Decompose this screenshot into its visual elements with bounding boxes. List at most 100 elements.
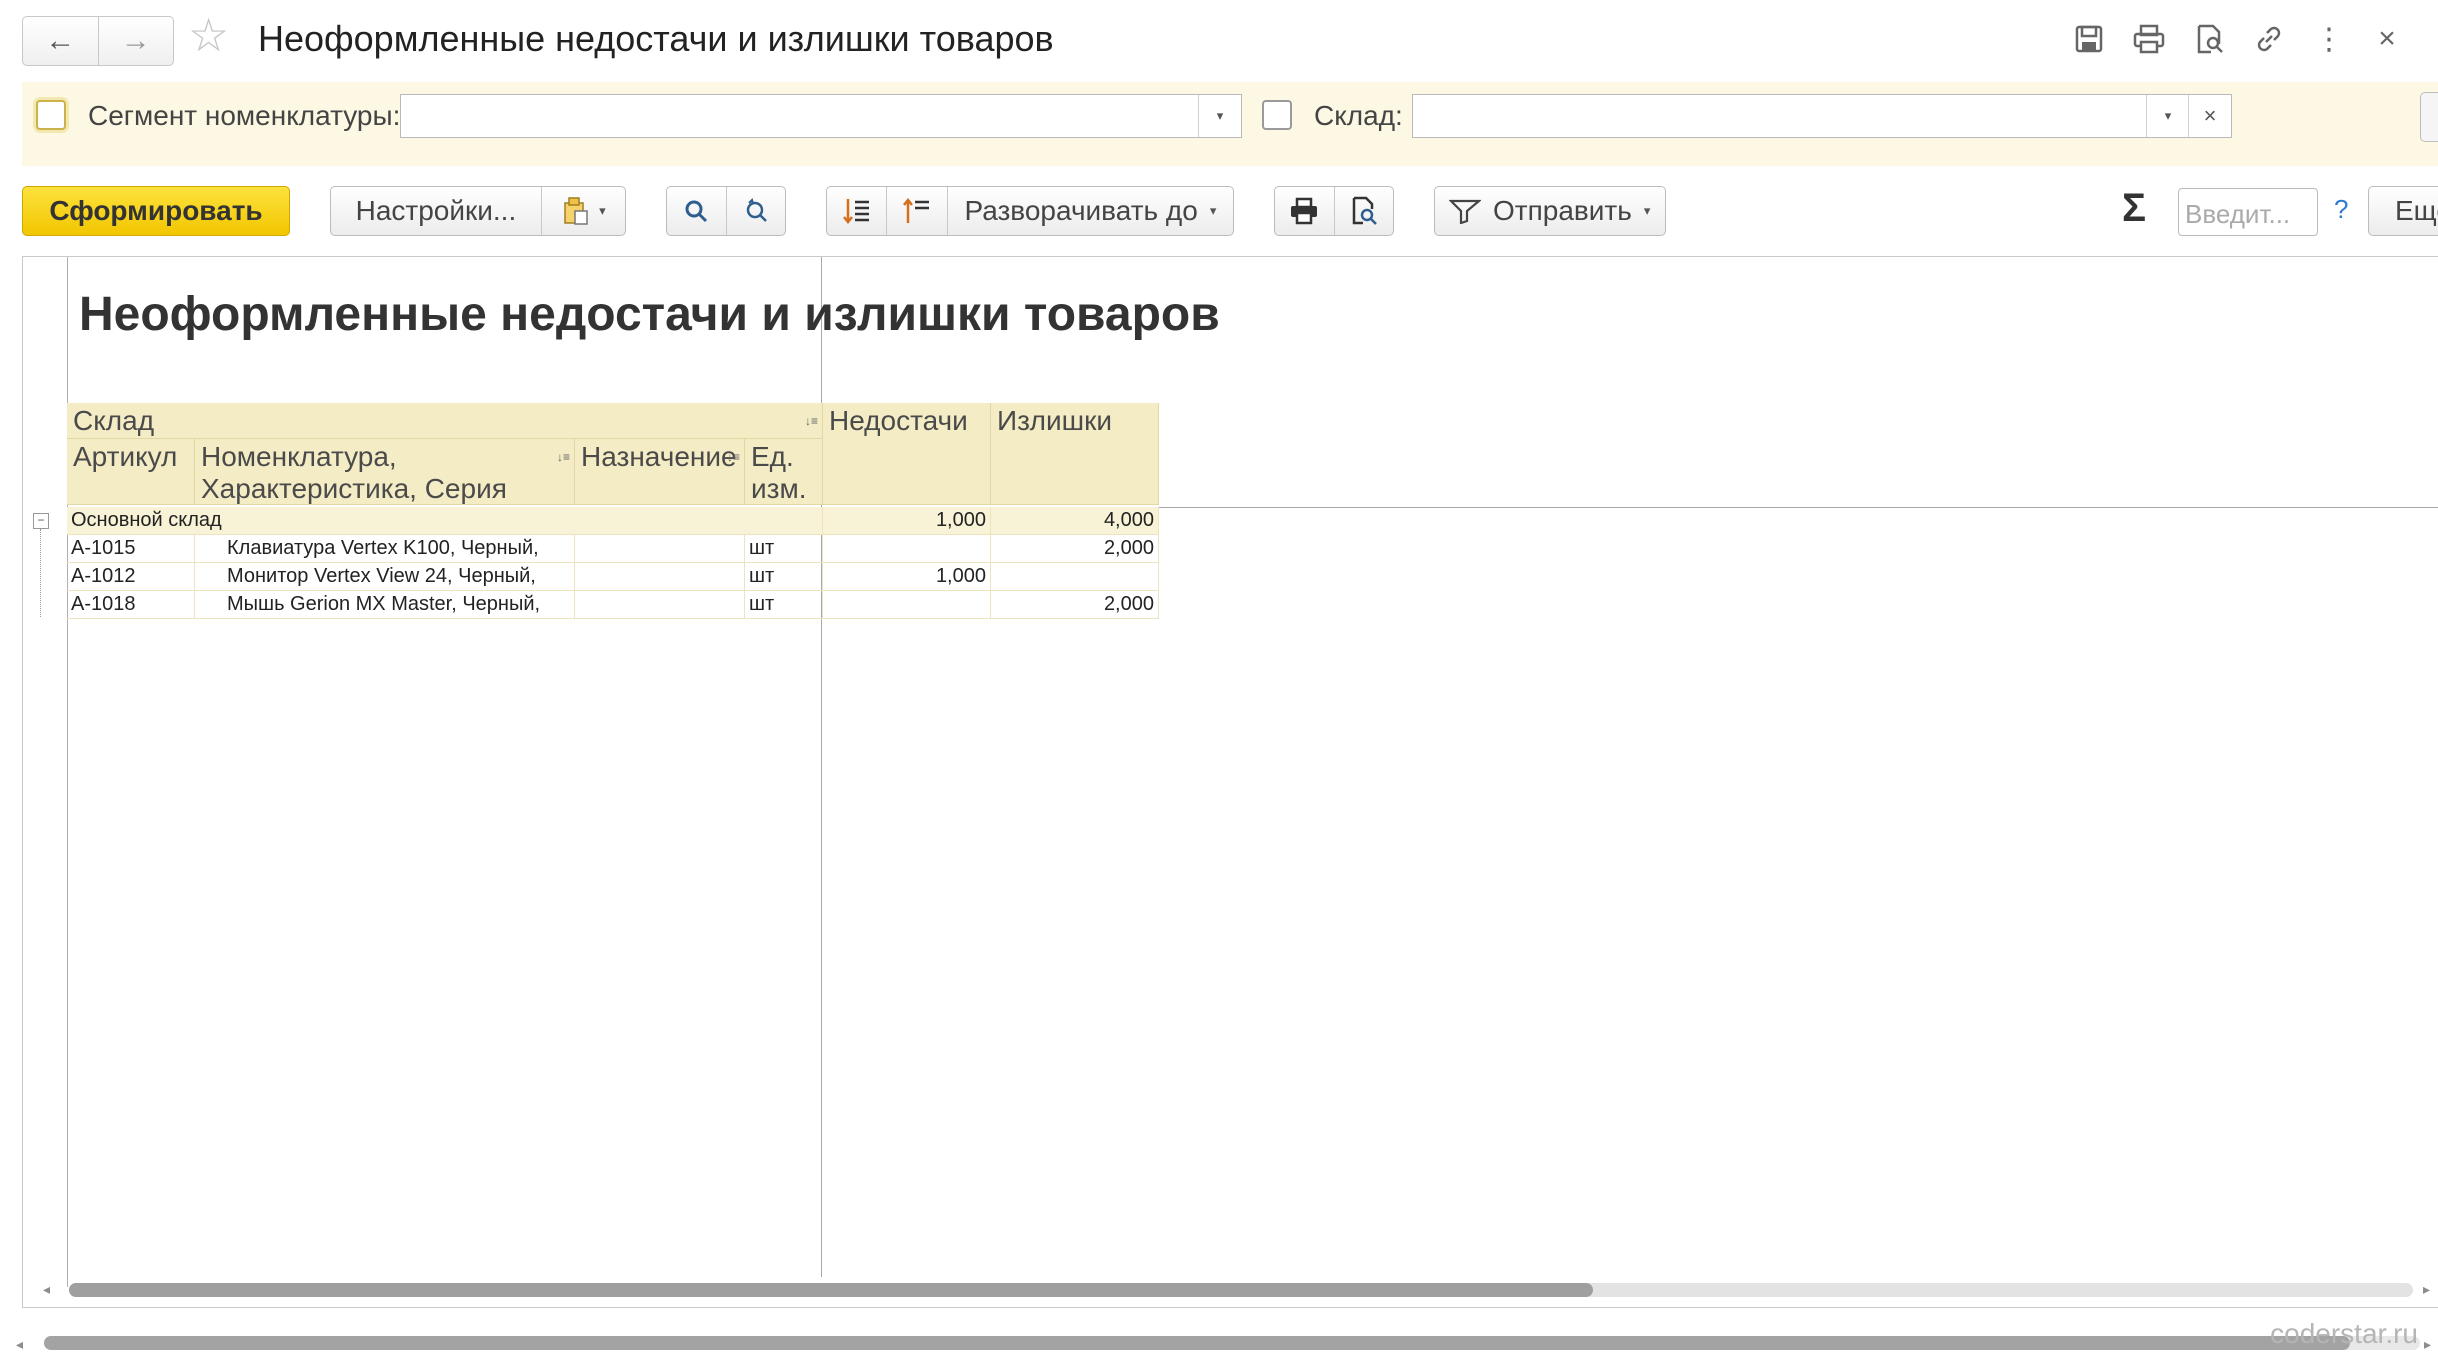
scroll-left-arrow-icon[interactable]: ◂ — [43, 1281, 50, 1298]
find-next-button[interactable] — [725, 187, 786, 235]
segment-checkbox[interactable] — [36, 100, 66, 130]
header-article[interactable]: Артикул — [67, 439, 195, 505]
group-collapse-icon[interactable]: − — [33, 513, 49, 529]
search-next-icon — [746, 198, 767, 222]
sort-icon: ↓≡ — [804, 414, 818, 428]
send-label: Отправить — [1493, 195, 1632, 226]
header-nomenclature[interactable]: Номенклатура, Характеристика, Серия ↓≡ — [195, 439, 575, 505]
cell-purpose[interactable] — [575, 563, 745, 591]
expand-to-button[interactable]: Разворачивать до ▾ — [946, 187, 1233, 235]
variants-icon — [564, 197, 588, 225]
cell-shortages[interactable] — [823, 535, 991, 563]
cell-article[interactable]: А-1018 — [67, 591, 195, 619]
cell-shortages[interactable] — [823, 591, 991, 619]
sum-sigma-icon[interactable]: Σ — [2122, 186, 2146, 231]
collapse-all-icon — [903, 197, 930, 223]
favorite-star-icon[interactable]: ☆ — [188, 12, 229, 58]
print-button-group — [1274, 186, 1394, 236]
segment-label: Сегмент номенклатуры: — [88, 100, 401, 131]
cell-nomenclature[interactable]: Клавиатура Vertex K100, Черный, — [195, 535, 575, 563]
header-purpose-label: Назначение — [581, 441, 737, 472]
back-button[interactable]: ← — [23, 17, 98, 65]
print-icon[interactable] — [2130, 20, 2168, 58]
page-scroll-left-arrow-icon[interactable]: ◂ — [16, 1336, 23, 1353]
report-spreadsheet[interactable]: Неоформленные недостачи и излишки товаро… — [22, 256, 2438, 1308]
warehouse-dropdown-icon[interactable]: ▾ — [2146, 95, 2189, 137]
print-icon — [1291, 197, 1318, 225]
group-row-shortages[interactable]: 1,000 — [823, 507, 991, 535]
watermark: coderstar.ru — [2270, 1318, 2418, 1349]
cell-surpluses[interactable]: 2,000 — [991, 591, 1159, 619]
header-nomenclature-label: Номенклатура, Характеристика, Серия — [201, 441, 507, 504]
caret-icon: ▾ — [599, 203, 606, 218]
print-preview-icon — [1352, 196, 1377, 225]
help-icon[interactable]: ? — [2334, 194, 2348, 225]
back-arrow-icon: ← — [45, 24, 76, 57]
header-unit[interactable]: Ед. изм. — [745, 439, 823, 505]
close-icon[interactable]: × — [2368, 20, 2406, 58]
cell-surpluses[interactable]: 2,000 — [991, 535, 1159, 563]
print-preview-button[interactable] — [1333, 187, 1394, 235]
cell-purpose[interactable] — [575, 535, 745, 563]
window-titlebar: ← → ☆ Неоформленные недостачи и излишки … — [0, 0, 2438, 80]
settings-button[interactable]: Настройки... — [331, 187, 541, 235]
scroll-right-arrow-icon[interactable]: ▸ — [2423, 1281, 2430, 1298]
cell-shortages[interactable]: 1,000 — [823, 563, 991, 591]
link-icon[interactable] — [2250, 20, 2288, 58]
cell-article[interactable]: А-1015 — [67, 535, 195, 563]
cell-unit[interactable]: шт — [745, 563, 823, 591]
collapse-all-button[interactable] — [886, 187, 946, 235]
cell-surpluses[interactable] — [991, 563, 1159, 591]
save-icon[interactable] — [2070, 20, 2108, 58]
row-gutter — [23, 257, 68, 1287]
window-title: Неоформленные недостачи и излишки товаро… — [258, 18, 1054, 59]
warehouse-field[interactable]: ▾ × — [1412, 94, 2232, 138]
sort-icon: ↓≡ — [556, 450, 570, 464]
header-shortages[interactable]: Недостачи — [823, 403, 991, 505]
report-hscrollbar[interactable] — [69, 1283, 2413, 1297]
search-button-group — [666, 186, 786, 236]
forward-arrow-icon: → — [120, 24, 151, 57]
expand-all-icon — [842, 199, 869, 225]
expand-all-button[interactable] — [827, 187, 886, 235]
variants-button[interactable]: ▾ — [540, 187, 625, 235]
warehouse-checkbox[interactable] — [1262, 100, 1292, 130]
search-input[interactable]: Введит... — [2178, 188, 2318, 236]
send-button[interactable]: Отправить ▾ — [1434, 186, 1666, 236]
caret-icon: ▾ — [1643, 203, 1651, 218]
warehouse-label: Склад: — [1314, 100, 1403, 131]
page-hscrollbar[interactable] — [44, 1336, 2420, 1350]
search-icon — [685, 200, 708, 223]
generate-button[interactable]: Сформировать — [22, 186, 290, 236]
print-button[interactable] — [1275, 187, 1334, 235]
segment-field[interactable]: ▾ — [400, 94, 1242, 138]
report-title: Неоформленные недостачи и излишки товаро… — [79, 288, 1220, 341]
cell-nomenclature[interactable]: Монитор Vertex View 24, Черный, — [195, 563, 575, 591]
group-row-name[interactable]: Основной склад — [67, 507, 823, 535]
cell-unit[interactable]: шт — [745, 591, 823, 619]
header-warehouse-label: Склад — [73, 405, 155, 436]
report-hscroll-thumb[interactable] — [69, 1283, 1593, 1297]
sort-icon: ↓≡ — [726, 450, 740, 464]
cell-nomenclature[interactable]: Мышь Gerion MX Master, Черный, — [195, 591, 575, 619]
filter-panel-stub[interactable] — [2420, 92, 2438, 142]
find-button[interactable] — [667, 187, 726, 235]
settings-button-group: Настройки... ▾ — [330, 186, 626, 236]
cell-purpose[interactable] — [575, 591, 745, 619]
more-button[interactable]: Еще — [2368, 186, 2438, 236]
filter-panel: Сегмент номенклатуры: ▾ Склад: ▾ × — [22, 82, 2438, 166]
group-row-surpluses[interactable]: 4,000 — [991, 507, 1159, 535]
preview-icon[interactable] — [2190, 20, 2228, 58]
header-purpose[interactable]: Назначение ↓≡ — [575, 439, 745, 505]
cell-article[interactable]: А-1012 — [67, 563, 195, 591]
cell-unit[interactable]: шт — [745, 535, 823, 563]
more-icon[interactable]: ⋮ — [2310, 20, 2348, 58]
header-warehouse[interactable]: Склад ↓≡ — [67, 403, 823, 439]
page-hscroll-thumb[interactable] — [44, 1336, 2350, 1350]
warehouse-clear-icon[interactable]: × — [2188, 95, 2231, 137]
tree-line — [40, 529, 42, 617]
forward-button[interactable]: → — [97, 17, 174, 65]
header-surpluses[interactable]: Излишки — [991, 403, 1159, 505]
page-scroll-right-arrow-icon[interactable]: ▸ — [2424, 1336, 2431, 1353]
segment-dropdown-icon[interactable]: ▾ — [1198, 95, 1241, 137]
